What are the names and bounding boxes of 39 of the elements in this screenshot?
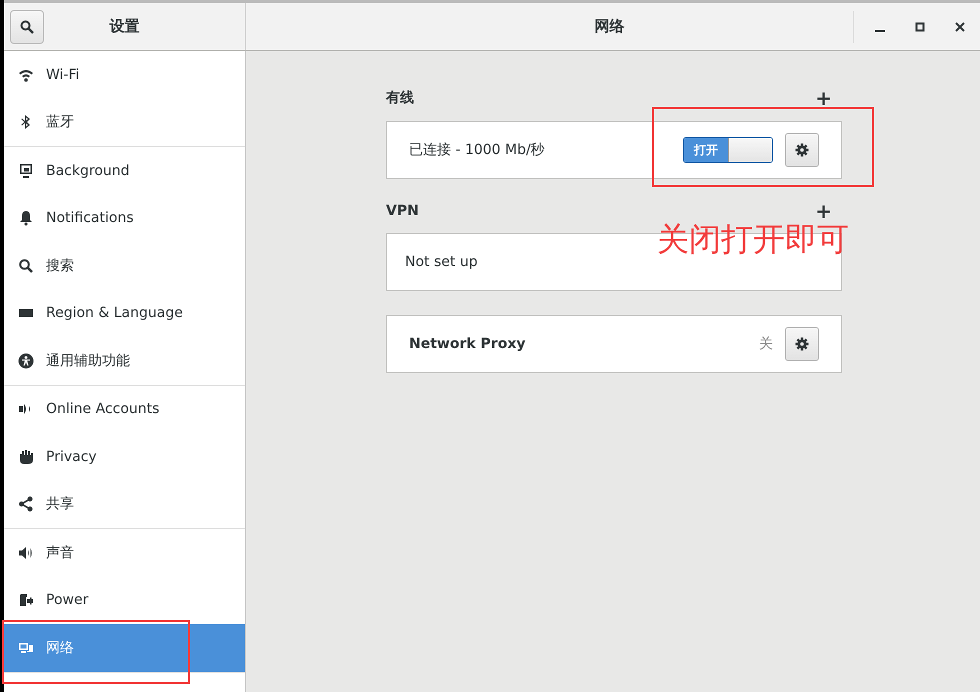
sidebar-item[interactable]: 共享	[4, 480, 245, 528]
settings-button[interactable]	[785, 133, 819, 167]
status-text: 关	[759, 335, 773, 353]
monitor-icon	[18, 162, 34, 179]
section-heading: VPN	[386, 203, 419, 219]
sidebar-item[interactable]: Background	[4, 147, 245, 194]
sidebar-item[interactable]: Privacy	[4, 433, 245, 480]
sidebar-item[interactable]: 声音	[4, 529, 245, 576]
add-button[interactable]: +	[815, 90, 842, 106]
settings-button[interactable]	[785, 327, 819, 361]
bell-icon	[18, 210, 34, 226]
row-label: Network Proxy	[409, 336, 526, 352]
sidebar-item[interactable]: 搜索	[4, 242, 245, 290]
speaker-icon	[18, 544, 34, 561]
sidebar-item[interactable]: Notifications	[4, 194, 245, 242]
accessibility-icon	[18, 352, 34, 369]
sidebar-item[interactable]: 蓝牙	[4, 98, 245, 146]
row-label: Not set up	[405, 254, 479, 270]
add-button[interactable]: +	[815, 203, 842, 219]
gear-icon	[795, 143, 809, 157]
search-button[interactable]	[10, 10, 44, 44]
window-title: 网络	[594, 17, 626, 36]
maximize-icon[interactable]	[914, 20, 926, 32]
annotation-note: 关闭打开即可	[657, 219, 849, 260]
hand-icon	[18, 448, 34, 465]
plug-icon	[18, 592, 34, 608]
sidebar-item[interactable]: 通用辅助功能	[4, 337, 245, 384]
row-label: 已连接 - 1000 Mb/秒	[409, 141, 546, 159]
sidebar-title: 设置	[108, 17, 140, 36]
sidebar-item[interactable]: Power	[4, 576, 245, 624]
share-icon	[18, 496, 34, 512]
search-icon	[18, 258, 34, 274]
section-heading: 有线	[386, 89, 414, 107]
sidebar-item[interactable]: Wi-Fi	[4, 51, 245, 98]
sidebar-item[interactable]: Region & Language	[4, 290, 245, 337]
gear-icon	[795, 337, 809, 351]
close-icon[interactable]	[954, 20, 966, 32]
search-icon	[20, 20, 34, 34]
sidebar-item[interactable]: Online Accounts	[4, 386, 245, 433]
